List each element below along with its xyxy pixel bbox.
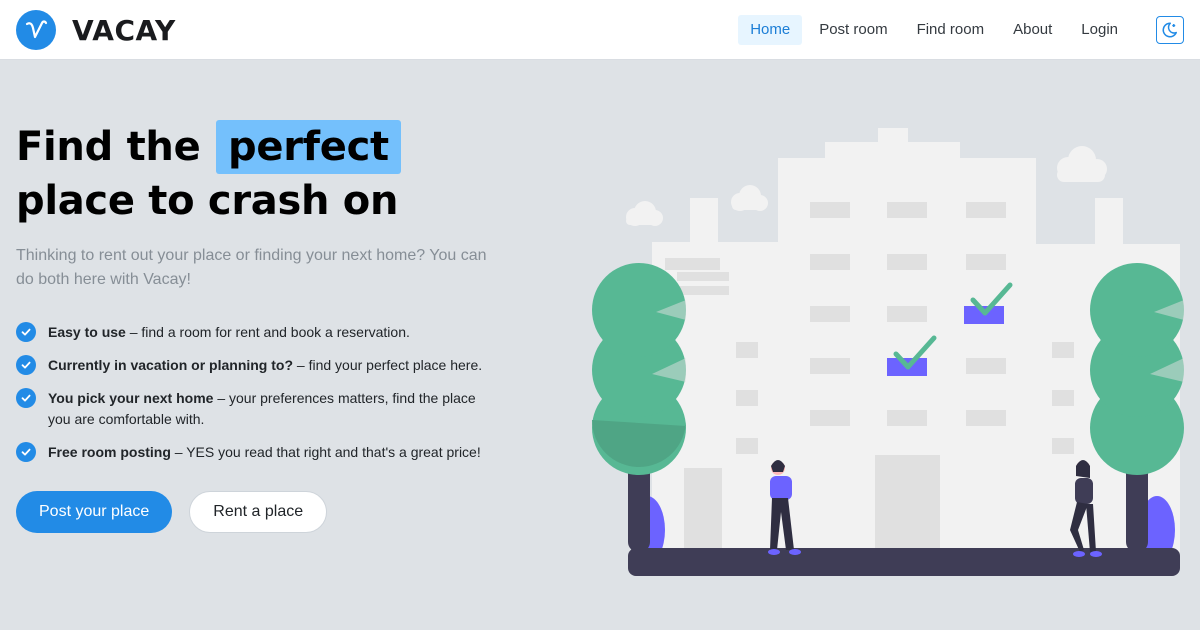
hero-buttons: Post your place Rent a place: [16, 491, 516, 533]
feature-item: Free room posting – YES you read that ri…: [16, 442, 516, 463]
feature-title: Easy to use: [48, 324, 126, 340]
moon-icon: [1162, 22, 1177, 38]
nav-link-login[interactable]: Login: [1069, 15, 1130, 45]
feature-item: You pick your next home – your preferenc…: [16, 388, 516, 430]
nav-link-post-room[interactable]: Post room: [807, 15, 899, 45]
feature-text: – YES you read that right and that's a g…: [170, 444, 481, 460]
post-your-place-button[interactable]: Post your place: [16, 491, 173, 533]
check-icon: [16, 322, 36, 342]
navbar: VACAY Home Post room Find room About Log…: [0, 0, 1200, 60]
feature-text: – find a room for rent and book a reserv…: [125, 324, 410, 340]
city-illustration: [592, 128, 1184, 576]
hero-title-highlight: perfect: [216, 120, 401, 174]
nav-link-find-room[interactable]: Find room: [905, 15, 997, 45]
building: [778, 128, 1036, 552]
brand[interactable]: VACAY: [16, 10, 176, 50]
feature-title: You pick your next home: [48, 390, 214, 406]
feature-title: Currently in vacation or planning to?: [48, 357, 294, 373]
hero-title: Find the perfect place to crash on: [16, 120, 516, 228]
hero-subtitle: Thinking to rent out your place or findi…: [16, 247, 487, 288]
feature-title: Free room posting: [48, 444, 171, 460]
cloud-icon: [731, 185, 768, 211]
feature-item: Currently in vacation or planning to? – …: [16, 355, 516, 376]
nav-link-home[interactable]: Home: [738, 15, 803, 45]
feature-list: Easy to use – find a room for rent and b…: [16, 322, 516, 463]
check-icon: [16, 388, 36, 408]
feature-item: Easy to use – find a room for rent and b…: [16, 322, 516, 343]
hero-section: Find the perfect place to crash on Think…: [16, 120, 516, 533]
hero-title-part1: Find the: [16, 124, 201, 170]
hero-title-part2: place to crash on: [16, 178, 399, 224]
brand-name: VACAY: [72, 13, 176, 47]
main-nav: Home Post room Find room About Login: [733, 15, 1130, 45]
nav-link-about[interactable]: About: [1001, 15, 1064, 45]
v-logo-icon: [16, 10, 56, 50]
cloud-icon: [1057, 146, 1107, 182]
theme-toggle-button[interactable]: [1156, 16, 1184, 44]
feature-text: – find your perfect place here.: [293, 357, 483, 373]
cloud-icon: [626, 201, 663, 226]
check-icon: [16, 442, 36, 462]
check-icon: [16, 355, 36, 375]
rent-a-place-button[interactable]: Rent a place: [189, 491, 328, 533]
